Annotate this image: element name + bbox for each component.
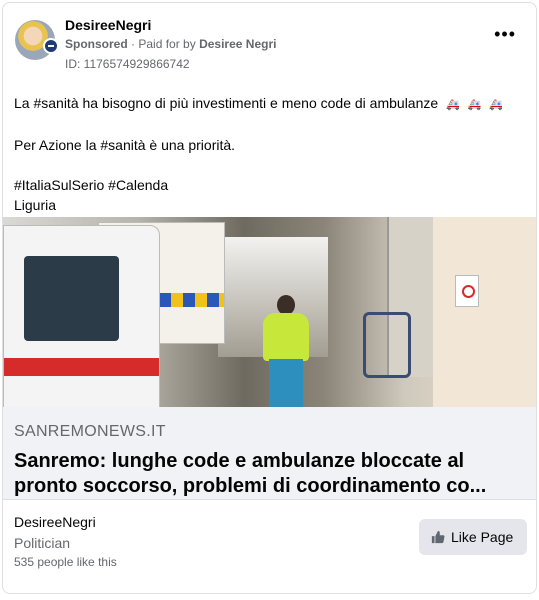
party-badge-icon [43,38,59,54]
wheelchair-shape [363,312,411,378]
author-avatar[interactable] [15,20,59,60]
ambulance-emoji-icon: 🚑 [446,99,460,111]
ambulance-shape [3,225,160,407]
link-preview-image[interactable] [3,217,536,407]
ambulance-emoji-icon: 🚑 [467,99,482,111]
ad-id: ID: 1176574929866742 [65,57,190,71]
page-footer: DesireeNegri Politician 535 people like … [3,500,536,593]
post-header: DesireeNegri Sponsored · Paid for by Des… [3,3,536,75]
paid-for-prefix: Paid for by [138,37,196,51]
post-text: La #sanità ha bisogno di più investiment… [14,93,524,215]
thumbs-up-icon [431,530,445,544]
wall-sign-shape [455,275,479,307]
page-category: Politician [14,535,71,551]
paramedic-shape [257,295,315,407]
post-hashtags[interactable]: #ItaliaSulSerio #Calenda [14,175,524,195]
more-options-icon[interactable]: ••• [494,25,516,43]
link-headline[interactable]: Sanremo: lunghe code e ambulanze bloccat… [14,449,526,499]
post-line-1: La #sanità ha bisogno di più investiment… [14,93,524,115]
sponsored-post-card: DesireeNegri Sponsored · Paid for by Des… [2,2,537,594]
like-page-button[interactable]: Like Page [419,519,527,555]
paid-for-name: Desiree Negri [199,37,277,51]
page-name[interactable]: DesireeNegri [14,514,96,530]
link-preview[interactable]: SANREMONEWS.IT Sanremo: lunghe code e am… [3,407,536,500]
link-domain: SANREMONEWS.IT [14,423,166,440]
like-page-label: Like Page [451,529,514,545]
ambulance-emoji-icon: 🚑 [489,99,503,111]
post-location: Liguria [14,197,57,213]
page-likes-count: 535 people like this [14,555,117,569]
sponsored-meta: Sponsored · Paid for by Desiree Negri [65,37,276,51]
sponsored-label: Sponsored [65,37,128,51]
post-line-2: Per Azione la #sanità è una priorità. [14,137,236,153]
author-name[interactable]: DesireeNegri [65,17,151,33]
wall-shape [433,217,536,407]
post-line-1-text: La #sanità ha bisogno di più investiment… [14,95,439,111]
